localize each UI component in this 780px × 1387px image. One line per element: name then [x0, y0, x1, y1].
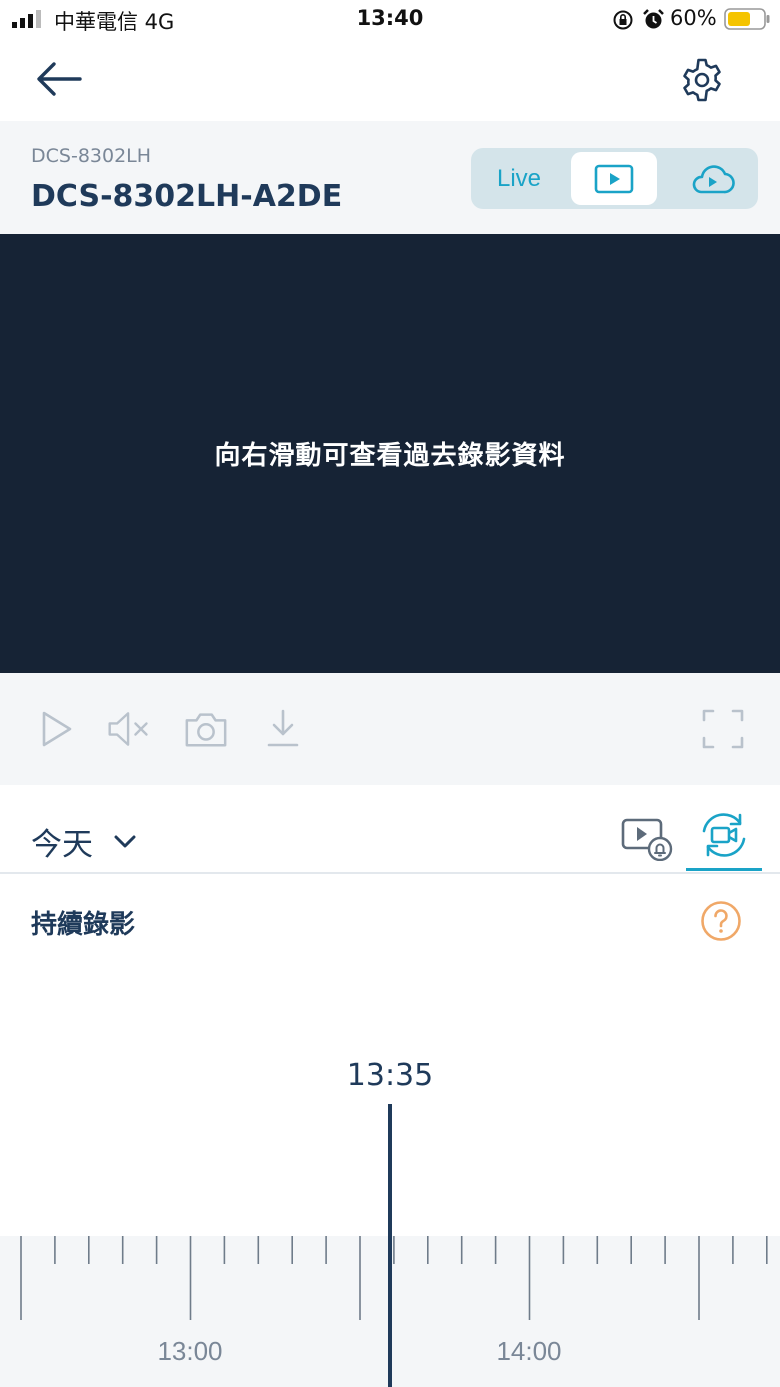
device-name: DCS-8302LH-A2DE: [31, 179, 343, 214]
date-label: 今天: [31, 827, 93, 863]
video-player[interactable]: 向右滑動可查看過去錄影資料: [0, 234, 780, 673]
alarm-icon: [643, 9, 664, 29]
play-icon[interactable]: [34, 708, 80, 750]
mute-icon[interactable]: [106, 708, 152, 750]
fullscreen-icon[interactable]: [700, 708, 746, 750]
status-bar: 中華電信 4G 13:40 60%: [0, 0, 780, 40]
tab-cloud[interactable]: [667, 148, 757, 209]
help-icon[interactable]: [700, 900, 742, 942]
tab-playback[interactable]: [571, 152, 657, 205]
date-selector[interactable]: 今天: [31, 819, 137, 864]
nav-bar: [0, 42, 780, 120]
event-video-bell-icon[interactable]: [620, 815, 676, 861]
video-hint-text: 向右滑動可查看過去錄影資料: [214, 441, 566, 471]
battery-icon: [724, 8, 770, 30]
date-row: 今天: [0, 785, 780, 874]
cloud-play-icon: [692, 164, 735, 193]
camera-icon[interactable]: [183, 708, 229, 750]
continuous-record-icon: [702, 813, 746, 857]
tab-continuous-recording[interactable]: [686, 811, 762, 871]
view-mode-switch: Live: [471, 148, 758, 209]
timeline-current-time: 13:35: [346, 1058, 434, 1093]
rotation-lock-icon: [613, 10, 633, 30]
timeline-label-13-00: 13:00: [157, 1336, 223, 1366]
device-model: DCS-8302LH: [31, 145, 152, 167]
back-arrow-icon[interactable]: [34, 58, 84, 100]
chevron-down-icon: [114, 835, 136, 847]
section-title: 持續錄影: [31, 910, 136, 940]
battery-percent: 60%: [670, 6, 717, 30]
timeline-cursor[interactable]: [388, 1104, 392, 1387]
device-header: DCS-8302LH DCS-8302LH-A2DE Live: [0, 121, 780, 234]
play-icon: [594, 164, 634, 193]
player-controls: [0, 673, 780, 785]
download-icon[interactable]: [262, 708, 308, 750]
gear-icon[interactable]: [678, 56, 726, 104]
timeline-label-14-00: 14:00: [496, 1336, 562, 1366]
tab-live[interactable]: Live: [471, 148, 567, 209]
